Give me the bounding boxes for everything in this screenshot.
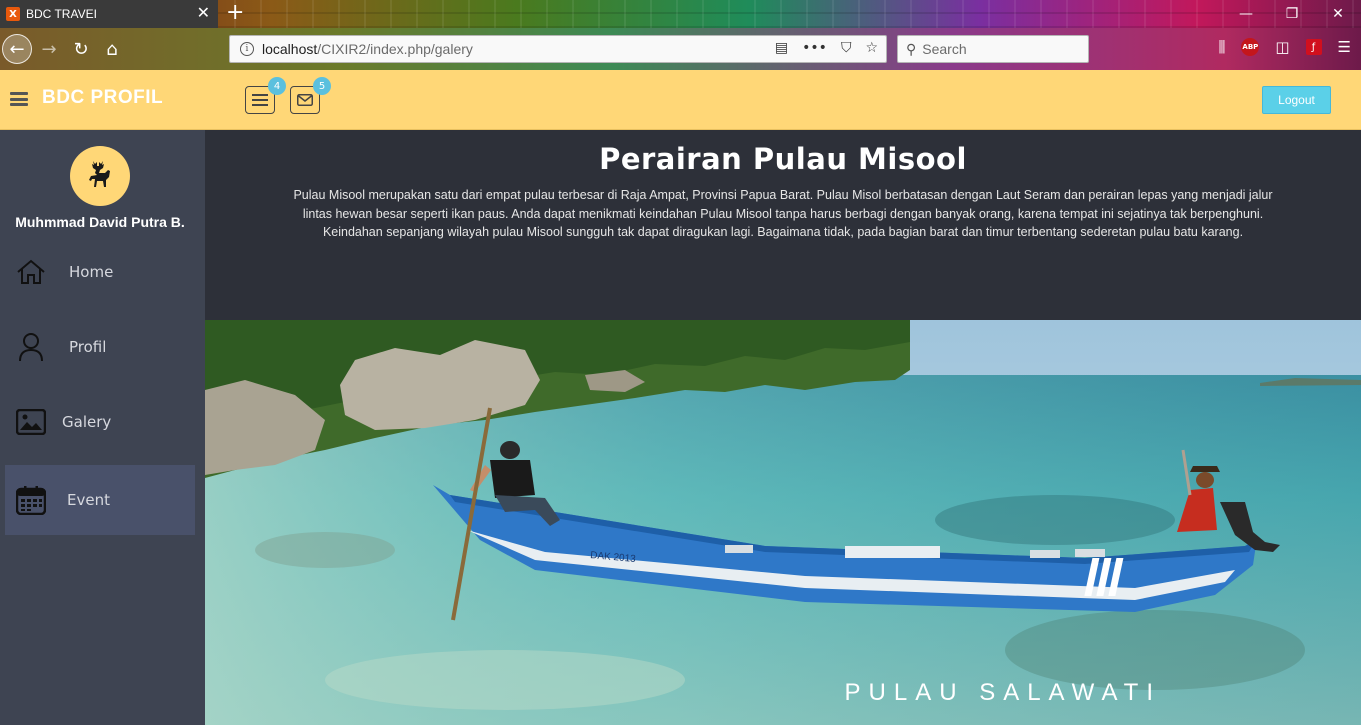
- browser-navbar: ← → ↻ ⌂ i localhost/CIXIR2/index.php/gal…: [0, 28, 1361, 70]
- hamburger-icon[interactable]: [10, 92, 28, 106]
- main-content: Perairan Pulau Misool Pulau Misool merup…: [205, 130, 1361, 725]
- deer-icon: [89, 161, 110, 187]
- sidebar-item-label: Event: [67, 491, 110, 509]
- sidebar-item-label: Profil: [69, 338, 107, 356]
- sidebar-item-home[interactable]: Home: [5, 237, 195, 307]
- url-bar[interactable]: i localhost/CIXIR2/index.php/galery ▤ ••…: [229, 35, 887, 63]
- avatar: [70, 146, 130, 206]
- reload-icon[interactable]: ↻: [66, 34, 96, 64]
- notifications-button[interactable]: 4: [245, 77, 286, 114]
- username: Muhmmad David Putra B.: [15, 214, 185, 230]
- notifications-badge: 4: [268, 77, 286, 95]
- messages-button[interactable]: 5: [290, 77, 331, 114]
- adblock-icon[interactable]: ABP: [1241, 38, 1260, 56]
- reader-view-icon[interactable]: ▤: [775, 40, 788, 56]
- user-icon: [15, 331, 47, 363]
- bookmark-star-icon[interactable]: ☆: [865, 40, 878, 56]
- library-icon[interactable]: ⫼: [1218, 38, 1225, 56]
- browser-menu-icon[interactable]: ☰: [1338, 38, 1351, 56]
- minimize-icon[interactable]: —: [1223, 0, 1269, 28]
- back-icon[interactable]: ←: [2, 34, 32, 64]
- url-text: localhost/CIXIR2/index.php/galery: [262, 41, 473, 57]
- forward-icon[interactable]: →: [34, 34, 64, 64]
- window-close-icon[interactable]: ✕: [1315, 0, 1361, 28]
- envelope-icon: [297, 94, 313, 106]
- logout-button[interactable]: Logout: [1262, 86, 1331, 114]
- browser-tabbar: X BDC TRAVEI ✕ + — ❐ ✕: [0, 0, 1361, 28]
- sidebar-item-label: Home: [69, 263, 114, 281]
- sidebar-item-galery[interactable]: Galery: [5, 387, 195, 457]
- brand-title: BDC PROFIL: [42, 87, 164, 108]
- sidebar-item-profil[interactable]: Profil: [5, 312, 195, 382]
- home-icon: [15, 256, 47, 288]
- gallery-photo: DAK 2013 PULAU SALAWATI: [205, 320, 1361, 725]
- list-icon: [252, 94, 268, 106]
- pocket-icon[interactable]: ⛉: [841, 40, 852, 56]
- image-icon: [15, 406, 47, 438]
- page-description: Pulau Misool merupakan satu dari empat p…: [293, 188, 1273, 239]
- page-actions-icon[interactable]: •••: [802, 40, 827, 56]
- messages-badge: 5: [313, 77, 331, 95]
- sidebar: Muhmmad David Putra B. Home Profil Galer…: [0, 130, 205, 725]
- window-controls: — ❐ ✕: [1223, 0, 1361, 28]
- xampp-favicon-icon: X: [6, 7, 20, 21]
- calendar-icon: [15, 484, 47, 516]
- home-browser-icon[interactable]: ⌂: [97, 34, 127, 64]
- app-header: BDC PROFIL 4 5 Logout: [0, 70, 1361, 130]
- restore-icon[interactable]: ❐: [1269, 0, 1315, 28]
- tab-close-icon[interactable]: ✕: [197, 5, 210, 21]
- sidebar-toggle-icon[interactable]: ◫: [1275, 38, 1289, 56]
- flash-icon[interactable]: ƒ: [1305, 39, 1322, 55]
- search-icon: ⚲: [906, 40, 917, 57]
- browser-tab[interactable]: X BDC TRAVEI ✕: [0, 0, 218, 28]
- sidebar-item-label: Galery: [62, 413, 112, 431]
- sidebar-item-event[interactable]: Event: [5, 465, 195, 535]
- page-title: Perairan Pulau Misool: [599, 142, 967, 176]
- new-tab-icon[interactable]: +: [226, 2, 244, 24]
- photo-caption: PULAU SALAWATI: [844, 679, 1161, 706]
- search-input[interactable]: ⚲ Search: [897, 35, 1089, 63]
- site-info-icon[interactable]: i: [240, 42, 254, 56]
- tab-title: BDC TRAVEI: [26, 7, 97, 21]
